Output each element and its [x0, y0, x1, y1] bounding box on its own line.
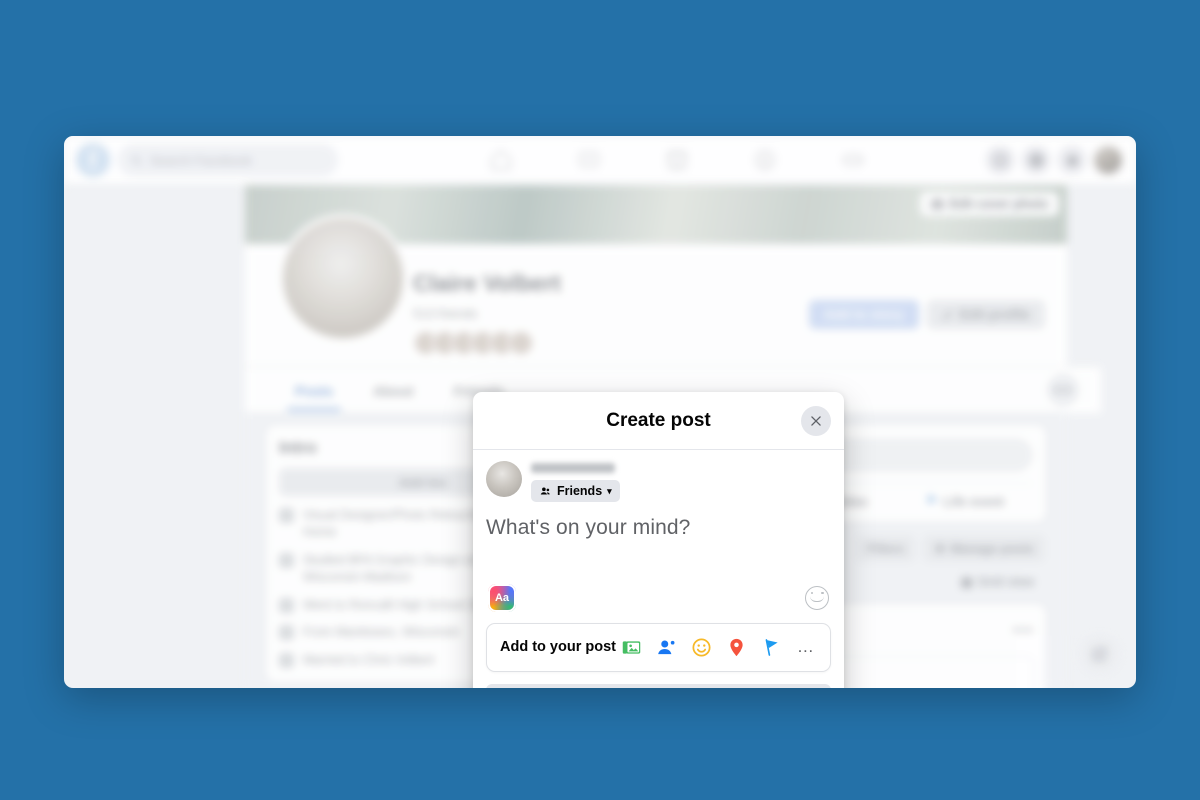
- grid-view-button[interactable]: ▦ Grid view: [950, 568, 1045, 595]
- friend-thumb: [508, 330, 534, 356]
- create-post-dialog: Create post Claire Volbert: [473, 392, 844, 688]
- post-text-input[interactable]: What's on your mind?: [486, 516, 831, 540]
- pencil-icon: [943, 309, 952, 319]
- notifications-bell-icon[interactable]: [1058, 146, 1086, 174]
- aa-text-style-icon[interactable]: Aa: [488, 583, 516, 612]
- gear-icon: ⚙: [934, 542, 946, 556]
- edit-cover-photo-label: Edit cover photo: [949, 197, 1048, 211]
- photo-video-icon[interactable]: [620, 636, 642, 658]
- search-input[interactable]: Search Facebook: [118, 144, 338, 176]
- tag-people-icon[interactable]: [655, 636, 677, 658]
- dialog-body: Claire Volbert Friends ▾ What's on your …: [473, 450, 844, 688]
- post-menu-button[interactable]: •••: [1013, 622, 1034, 640]
- post-button[interactable]: Post: [486, 683, 831, 688]
- marketplace-icon[interactable]: [664, 147, 690, 173]
- life-event-action[interactable]: ⚑ Life event: [926, 493, 1004, 509]
- feeling-activity-icon[interactable]: [690, 636, 712, 658]
- friends-icon: [540, 487, 550, 495]
- profile-action-buttons: Add to story Edit profile: [809, 300, 1045, 329]
- intro-item-label: From Manitowoc, Wisconsin: [303, 625, 460, 640]
- compose-edit-icon[interactable]: [1080, 634, 1120, 674]
- more-options-icon[interactable]: …: [795, 636, 817, 658]
- school-icon: [279, 597, 294, 613]
- nav-left-group: f Search Facebook: [64, 143, 338, 177]
- location-icon: [279, 625, 294, 641]
- search-placeholder-text: Search Facebook: [150, 152, 252, 168]
- profile-avatar[interactable]: [1094, 146, 1122, 174]
- profile-name: Claire Volbert: [413, 270, 561, 296]
- tab-about[interactable]: About: [357, 369, 429, 411]
- intro-item-label: Married to Chris Volbert: [303, 653, 435, 668]
- life-event-label: Life event: [943, 493, 1004, 509]
- emoji-mouth: [810, 596, 824, 602]
- add-to-post-icons: …: [620, 636, 817, 658]
- messenger-icon[interactable]: [1022, 146, 1050, 174]
- check-in-location-icon[interactable]: [725, 636, 747, 658]
- tabs-more-button[interactable]: •••: [1047, 374, 1079, 406]
- audience-label: Friends: [557, 484, 603, 498]
- profile-friend-count: 513 friends: [413, 306, 478, 321]
- watch-video-icon[interactable]: [576, 147, 602, 173]
- top-navigation-bar: f Search Facebook: [64, 136, 1136, 185]
- text-style-row: Aa: [486, 583, 831, 612]
- author-info: Claire Volbert Friends ▾: [531, 461, 620, 503]
- add-to-post-label: Add to your post: [500, 639, 616, 655]
- chevron-down-icon: ▾: [607, 485, 612, 496]
- gaming-icon[interactable]: [840, 147, 866, 173]
- education-icon: [279, 552, 294, 568]
- edit-profile-label: Edit profile: [959, 307, 1031, 322]
- author-avatar[interactable]: [486, 461, 522, 497]
- manage-posts-label: Manage posts: [950, 541, 1034, 556]
- edit-profile-button[interactable]: Edit profile: [926, 300, 1045, 329]
- search-icon: [131, 155, 142, 166]
- facebook-logo-icon[interactable]: f: [76, 143, 110, 177]
- dialog-title: Create post: [606, 409, 711, 431]
- filters-button[interactable]: Filters: [855, 535, 916, 562]
- close-icon[interactable]: [801, 405, 831, 436]
- facebook-window: Edit cover photo Claire Volbert 513 frie…: [64, 136, 1136, 688]
- home-icon[interactable]: [488, 147, 514, 173]
- relationship-icon: [279, 653, 294, 669]
- work-icon: [279, 508, 294, 523]
- author-name: Claire Volbert: [531, 463, 615, 473]
- camera-icon: [932, 199, 944, 209]
- friend-thumbnails: [413, 330, 534, 356]
- life-event-flag-icon: ⚑: [925, 493, 938, 508]
- profile-header: Claire Volbert 513 friends Add to story …: [245, 214, 1067, 366]
- author-row: Claire Volbert Friends ▾: [486, 461, 831, 503]
- emoji-smiley-icon[interactable]: [805, 585, 829, 610]
- grid-view-label: Grid view: [977, 574, 1034, 589]
- profile-picture[interactable]: [279, 214, 407, 342]
- posts-manage-buttons: Filters ⚙ Manage posts: [855, 535, 1045, 562]
- tab-posts[interactable]: Posts: [279, 369, 349, 411]
- audience-selector[interactable]: Friends ▾: [531, 480, 620, 502]
- edit-cover-photo-button[interactable]: Edit cover photo: [920, 192, 1059, 216]
- groups-icon[interactable]: [752, 147, 778, 173]
- life-event-flag-icon[interactable]: [760, 636, 782, 658]
- add-to-your-post-bar: Add to your post …: [486, 622, 831, 672]
- add-to-story-button[interactable]: Add to story: [809, 300, 919, 329]
- nav-center-group: [368, 147, 986, 173]
- nav-right-group: [986, 146, 1136, 174]
- menu-grid-icon[interactable]: [986, 146, 1014, 174]
- grid-icon: ▦: [960, 575, 973, 589]
- manage-posts-button[interactable]: ⚙ Manage posts: [923, 535, 1045, 562]
- dialog-header: Create post: [473, 392, 844, 450]
